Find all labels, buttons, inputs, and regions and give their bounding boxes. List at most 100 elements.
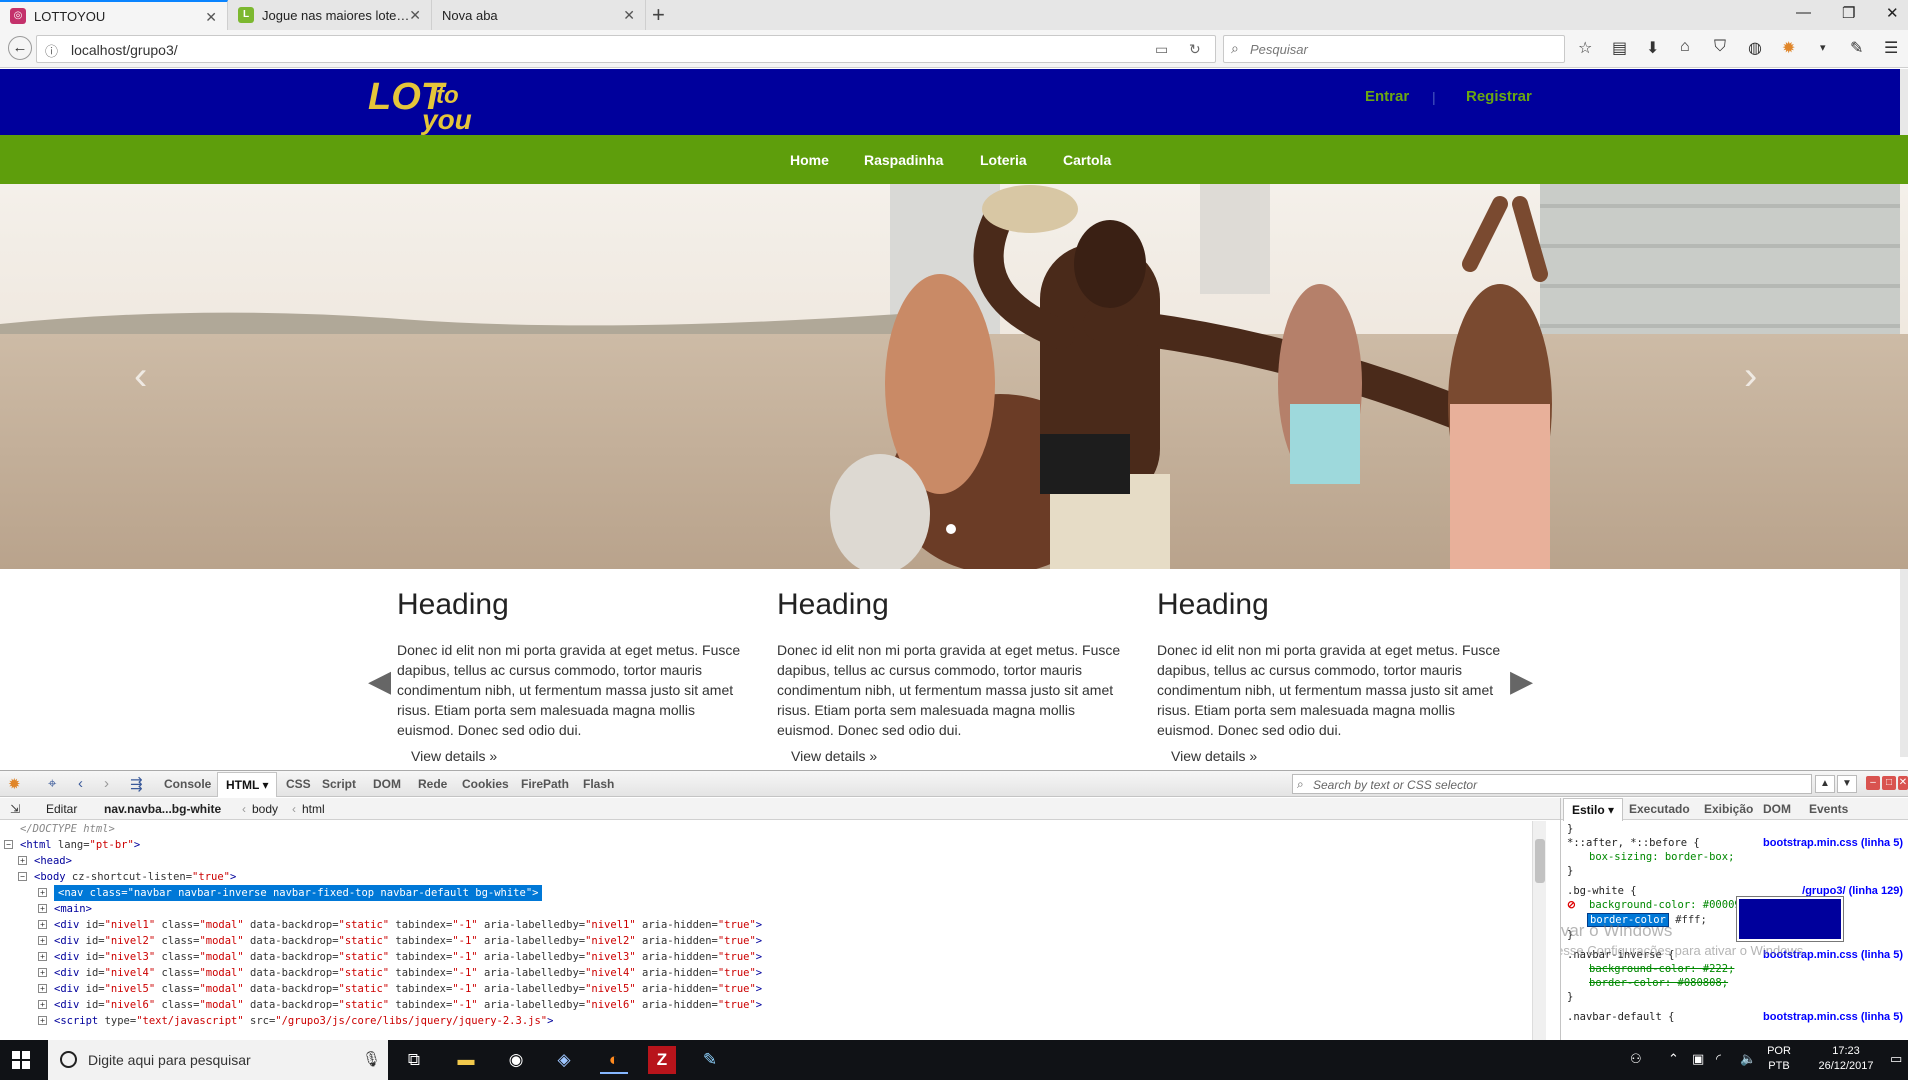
nav-home[interactable]: Home [790,152,829,168]
tree-node-code[interactable]: <head> [34,853,72,869]
clock[interactable]: 17:23 26/12/2017 [1810,1044,1882,1074]
back-arrow-icon[interactable]: ← [8,36,32,60]
css-property[interactable]: box-sizing: border-box; [1589,849,1734,865]
css-property-overridden[interactable]: border-color: #080808; [1589,975,1728,991]
search-prev-icon[interactable]: ▲ [1815,775,1835,793]
downloads-icon[interactable]: ⬇ [1646,38,1659,58]
carousel-prev-icon[interactable]: ‹ [134,354,147,399]
firebug-icon[interactable]: ✹ [8,775,21,793]
inspect-element-icon[interactable]: ⌖ [48,775,56,792]
close-icon[interactable]: ✕ [409,7,421,24]
firefox-icon[interactable]: ◐ [600,1046,628,1074]
rule-source-link[interactable]: bootstrap.min.css (linha 5) [1763,835,1903,851]
tree-node-code[interactable]: <div id="nivel3" class="modal" data-back… [54,949,762,965]
devtools-close-icon[interactable]: ✕ [1898,776,1908,790]
view-details-link[interactable]: View details » [791,748,877,764]
tree-node-code[interactable]: <main> [54,901,92,917]
url-bar[interactable]: ⓘ localhost/grupo3/ ▭ ↻ [36,35,1216,63]
back-arrow-icon[interactable]: ‹ [78,775,83,792]
nav-raspadinha[interactable]: Raspadinha [864,152,943,168]
tab-dom[interactable]: DOM [1763,802,1791,816]
lottoyou-logo[interactable]: LOT to you [366,73,496,135]
breadcrumb-item[interactable]: html [302,802,325,816]
filezilla-icon[interactable]: Z [648,1046,676,1074]
expand-toggle-icon[interactable]: + [38,936,47,945]
expand-toggle-icon[interactable]: + [38,1016,47,1025]
bookmarks-list-icon[interactable]: ▤ [1612,38,1627,58]
expand-toggle-icon[interactable]: + [38,888,47,897]
expand-toggle-icon[interactable]: + [38,968,47,977]
tree-node-code[interactable]: <div id="nivel4" class="modal" data-back… [54,965,762,981]
maximize-icon[interactable]: ❐ [1842,4,1855,22]
breadcrumb-item[interactable]: nav.navba...bg-white [104,802,221,816]
forward-arrow-icon[interactable]: › [104,775,109,792]
security-icon[interactable]: ▣ [1692,1051,1704,1067]
microphone-icon[interactable]: 🎙 [362,1050,381,1068]
tab-firepath[interactable]: FirePath [521,777,569,791]
tab-executado[interactable]: Executado [1629,802,1690,816]
devtools-search-input[interactable]: ⌕ Search by text or CSS selector [1292,774,1812,794]
css-property-value[interactable]: #fff; [1675,914,1707,926]
chevron-down-icon[interactable]: ▾ [1820,41,1826,54]
close-icon[interactable]: ✕ [205,9,217,26]
tab-flash[interactable]: Flash [583,777,614,791]
expand-toggle-icon[interactable]: + [38,1000,47,1009]
chevron-right-icon[interactable]: ▶ [1510,664,1533,699]
chevron-left-icon[interactable]: ◀ [368,664,391,699]
carousel-next-icon[interactable]: › [1744,354,1757,399]
chrome-icon[interactable]: ◉ [502,1046,530,1074]
volume-icon[interactable]: 🔈 [1740,1051,1756,1067]
nav-cartola[interactable]: Cartola [1063,152,1111,168]
info-icon[interactable]: ⓘ [45,41,58,60]
command-line-icon[interactable]: ⇶ [130,775,143,793]
menu-icon[interactable]: ☰ [1884,38,1898,58]
nav-loteria[interactable]: Loteria [980,152,1027,168]
tree-node-code[interactable]: <script type="text/javascript" src="/gru… [54,1013,553,1029]
tree-node-code[interactable]: <div id="nivel5" class="modal" data-back… [54,981,762,997]
firebug-icon[interactable]: ✹ [1782,38,1795,58]
tab-dom[interactable]: DOM [373,777,401,791]
minimize-icon[interactable]: — [1796,4,1811,21]
tab-events[interactable]: Events [1809,802,1848,816]
tab-estilo[interactable]: Estilo ▾ [1563,798,1624,821]
tree-scrollbar[interactable] [1532,821,1546,1041]
register-link[interactable]: Registrar [1466,88,1532,105]
tab-css[interactable]: CSS [286,777,311,791]
expand-toggle-icon[interactable]: + [38,920,47,929]
tree-node-code[interactable]: <div id="nivel2" class="modal" data-back… [54,933,762,949]
expand-toggle-icon[interactable]: + [38,904,47,913]
close-icon[interactable]: ✕ [623,7,635,24]
virtualbox-icon[interactable]: ◈ [550,1046,578,1074]
expand-toggle-icon[interactable]: + [38,984,47,993]
tree-node-code[interactable]: </DOCTYPE html> [20,821,115,837]
tree-node-code[interactable]: <body cz-shortcut-listen="true"> [34,869,236,885]
taskbar-search-input[interactable]: Digite aqui para pesquisar 🎙 [48,1040,388,1080]
people-icon[interactable]: ⚇ [1630,1051,1642,1067]
tree-node-code[interactable]: <div id="nivel6" class="modal" data-back… [54,997,762,1013]
tab-loterias[interactable]: L Jogue nas maiores loterias d ✕ [228,0,432,30]
breadcrumb-item[interactable]: body [252,802,278,816]
task-view-icon[interactable]: ⧉ [400,1046,428,1074]
search-bar[interactable]: ⌕ Pesquisar [1223,35,1565,63]
window-close-icon[interactable]: ✕ [1886,4,1899,22]
edit-button[interactable]: Editar [46,802,77,816]
tree-node-code[interactable]: <div id="nivel1" class="modal" data-back… [54,917,762,933]
disabled-property-icon[interactable]: ⊘ [1567,897,1576,913]
language-indicator[interactable]: POR PTB [1762,1044,1796,1074]
windows-start-icon[interactable] [12,1051,30,1069]
tab-rede[interactable]: Rede [418,777,447,791]
tab-script[interactable]: Script [322,777,356,791]
tab-lottoyou[interactable]: ◎ LOTTOYOU ✕ [0,0,228,30]
expand-toggle-icon[interactable]: − [18,872,27,881]
breadcrumb-icon[interactable]: ⇲ [10,802,20,816]
devtools-minimize-icon[interactable]: – [1866,776,1880,790]
tab-cookies[interactable]: Cookies [462,777,509,791]
tab-nova-aba[interactable]: Nova aba ✕ [432,0,646,30]
view-details-link[interactable]: View details » [411,748,497,764]
notifications-icon[interactable]: ▭ [1890,1051,1902,1067]
view-details-link[interactable]: View details » [1171,748,1257,764]
file-explorer-icon[interactable]: ▬ [452,1046,480,1074]
login-link[interactable]: Entrar [1365,88,1409,105]
notes-app-icon[interactable]: ✎ [696,1046,724,1074]
wifi-icon[interactable]: ◜ [1716,1051,1721,1067]
